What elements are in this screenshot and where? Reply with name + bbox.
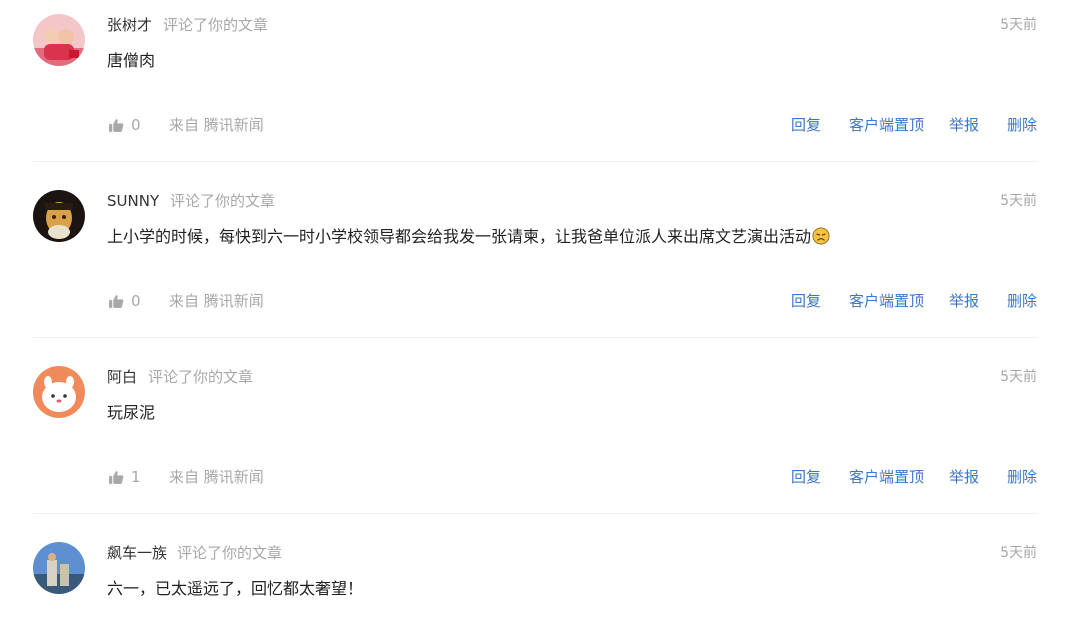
comment-footer: 1 来自 腾讯新闻 回复 客户端置顶 举报 删除 (0, 464, 1080, 490)
comment-text: 唐僧肉 (107, 51, 156, 70)
avatar[interactable] (33, 366, 85, 418)
comment-footer: 0 来自 腾讯新闻 回复 客户端置顶 举报 删除 (0, 288, 1080, 314)
pin-button[interactable]: 客户端置顶 (849, 114, 924, 136)
delete-button[interactable]: 删除 (1007, 290, 1037, 312)
comment-action-text: 评论了你的文章 (148, 368, 254, 386)
comment-time: 5天前 (1000, 369, 1037, 385)
pin-button[interactable]: 客户端置顶 (849, 290, 924, 312)
like-button[interactable]: 0 (108, 290, 141, 312)
comment-time: 5天前 (1000, 545, 1037, 561)
avatar[interactable] (33, 14, 85, 66)
like-count: 0 (131, 116, 141, 134)
comment-item: SUNNY 评论了你的文章 5天前 上小学的时候，每快到六一时小学校领导都会给我… (0, 176, 1080, 352)
divider (33, 161, 1037, 162)
thumbs-up-icon (109, 470, 124, 484)
reply-button[interactable]: 回复 (791, 466, 821, 488)
comment-author[interactable]: 飙车一族 (107, 543, 167, 563)
reply-button[interactable]: 回复 (791, 290, 821, 312)
like-button[interactable]: 1 (108, 466, 141, 488)
like-count: 0 (131, 292, 141, 310)
avatar-image (33, 542, 85, 594)
comment-text-wrap: 上小学的时候，每快到六一时小学校领导都会给我发一张请柬，让我爸单位派人来出席文艺… (107, 226, 830, 248)
pin-button[interactable]: 客户端置顶 (849, 466, 924, 488)
comment-action-text: 评论了你的文章 (170, 192, 276, 210)
comment-time: 5天前 (1000, 17, 1037, 33)
report-button[interactable]: 举报 (949, 466, 979, 488)
reply-button[interactable]: 回复 (791, 114, 821, 136)
thumbs-up-icon (109, 118, 124, 132)
comment-text: 六一，已太遥远了，回忆都太奢望！ (107, 579, 364, 598)
avatar-image (33, 14, 85, 66)
delete-button[interactable]: 删除 (1007, 114, 1037, 136)
comment-action-text: 评论了你的文章 (177, 544, 283, 562)
avatar-image (33, 190, 85, 242)
comment-item: 飙车一族 评论了你的文章 5天前 六一，已太遥远了，回忆都太奢望！ (0, 528, 1080, 619)
comment-source: 来自 腾讯新闻 (169, 468, 264, 486)
comment-action-text: 评论了你的文章 (163, 16, 269, 34)
divider (33, 337, 1037, 338)
comment-author[interactable]: 张树才 (107, 15, 152, 35)
comment-source: 来自 腾讯新闻 (169, 292, 264, 310)
delete-button[interactable]: 删除 (1007, 466, 1037, 488)
like-button[interactable]: 0 (108, 114, 141, 136)
sad-face-emoji-icon (812, 227, 830, 245)
thumbs-up-icon (109, 294, 124, 308)
comment-text: 上小学的时候，每快到六一时小学校领导都会给我发一张请柬，让我爸单位派人来出席文艺… (107, 227, 812, 246)
avatar[interactable] (33, 542, 85, 594)
comment-item: 阿白 评论了你的文章 5天前 玩尿泥 1 来自 腾讯新闻 回复 客户端置顶 举报… (0, 352, 1080, 528)
avatar-image (33, 366, 85, 418)
report-button[interactable]: 举报 (949, 114, 979, 136)
report-button[interactable]: 举报 (949, 290, 979, 312)
like-count: 1 (131, 468, 141, 486)
comment-item: 张树才 评论了你的文章 5天前 唐僧肉 0 来自 腾讯新闻 回复 客户端置顶 举… (0, 0, 1080, 176)
comment-footer: 0 来自 腾讯新闻 回复 客户端置顶 举报 删除 (0, 112, 1080, 138)
comment-list: 张树才 评论了你的文章 5天前 唐僧肉 0 来自 腾讯新闻 回复 客户端置顶 举… (0, 0, 1080, 619)
comment-text: 玩尿泥 (107, 403, 156, 422)
avatar[interactable] (33, 190, 85, 242)
comment-time: 5天前 (1000, 193, 1037, 209)
divider (33, 513, 1037, 514)
comment-source: 来自 腾讯新闻 (169, 116, 264, 134)
comment-author[interactable]: 阿白 (107, 367, 137, 387)
comment-author[interactable]: SUNNY (107, 191, 159, 211)
